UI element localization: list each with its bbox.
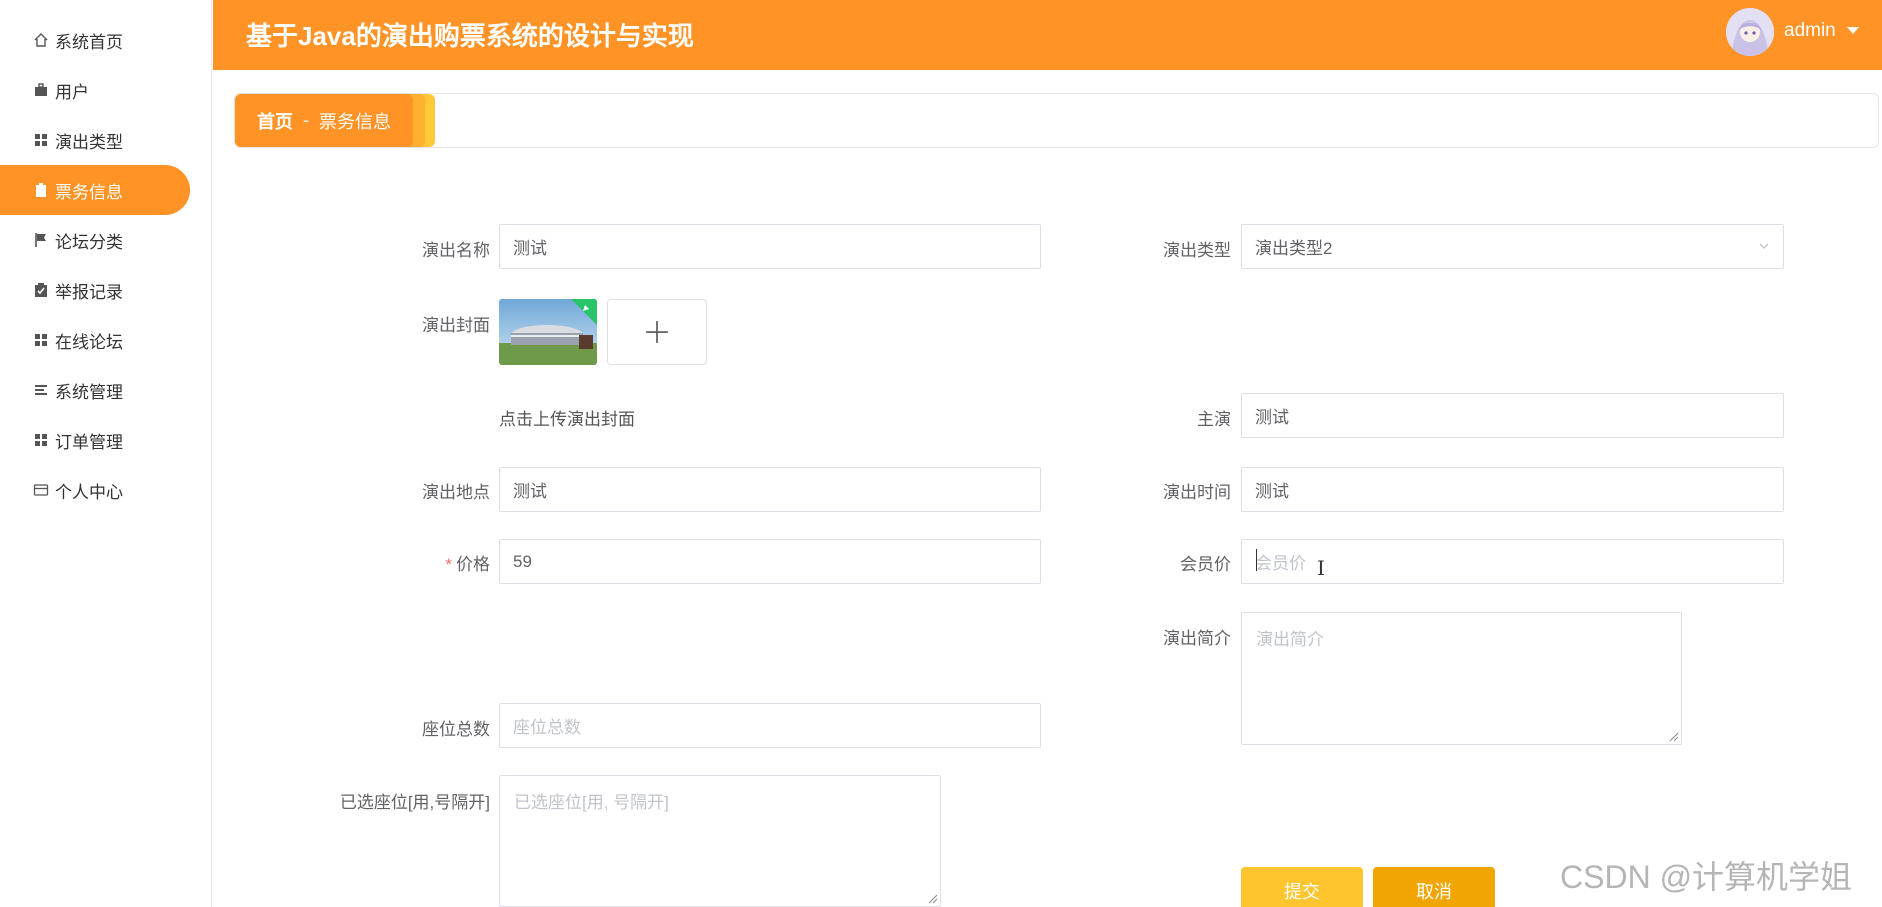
sidebar-item-label: 系统首页 [55, 32, 123, 52]
intro-textarea[interactable]: 演出简介 [1241, 612, 1682, 745]
app-title: 基于Java的演出购票系统的设计与实现 [246, 21, 694, 51]
watermark: CSDN @计算机学姐 [1560, 859, 1853, 895]
price-input[interactable]: 59 [499, 539, 1041, 584]
breadcrumb: 首页 - 票务信息 [235, 94, 413, 147]
user-name[interactable]: admin [1784, 20, 1836, 42]
name-label: 演出名称 [422, 241, 490, 260]
briefcase-icon [33, 82, 49, 98]
star-label: 主演 [1197, 410, 1231, 429]
sidebar-item-label: 订单管理 [55, 432, 123, 452]
avatar[interactable] [1726, 8, 1774, 56]
sidebar-item-reports[interactable]: 举报记录 [0, 265, 190, 315]
price-label-text: 价格 [456, 555, 490, 574]
resize-grip-icon[interactable] [928, 894, 938, 904]
breadcrumb-current: 票务信息 [319, 111, 391, 132]
cover-upload-hint: 点击上传演出封面 [499, 410, 635, 429]
sidebar-item-label: 演出类型 [55, 132, 123, 152]
upload-cover-button[interactable] [607, 299, 707, 365]
breadcrumb-separator: - [303, 110, 309, 130]
star-input[interactable]: 测试 [1241, 393, 1784, 438]
sidebar-item-label: 系统管理 [55, 382, 123, 402]
type-select[interactable]: 演出类型2 [1241, 224, 1784, 269]
name-input[interactable]: 测试 [499, 224, 1041, 269]
sidebar-item-users[interactable]: 用户 [0, 65, 190, 115]
price-label: * 价格 [300, 550, 490, 575]
clipboard-check-icon [33, 282, 49, 298]
sidebar-item-label: 用户 [55, 82, 89, 102]
intro-label: 演出简介 [1163, 629, 1231, 648]
breadcrumb-home[interactable]: 首页 [257, 108, 293, 134]
sidebar-item-forum-categories[interactable]: 论坛分类 [0, 215, 190, 265]
intro-placeholder: 演出简介 [1256, 630, 1324, 649]
sidebar-item-label: 举报记录 [55, 282, 123, 302]
list-icon [33, 382, 49, 398]
resize-grip-icon[interactable] [1669, 732, 1679, 742]
text-cursor-icon: I [1317, 556, 1325, 580]
seats-selected-textarea[interactable]: 已选座位[用, 号隔开] [499, 775, 941, 907]
sidebar-item-system[interactable]: 系统管理 [0, 365, 190, 415]
sidebar-item-label: 个人中心 [55, 482, 123, 502]
type-select-value: 演出类型2 [1255, 239, 1333, 258]
sidebar-item-label: 在线论坛 [55, 332, 123, 352]
time-label: 演出时间 [1163, 483, 1231, 502]
time-input[interactable]: 测试 [1241, 467, 1784, 512]
card-icon [33, 482, 49, 498]
venue-input[interactable]: 测试 [499, 467, 1041, 512]
top-header: 基于Java的演出购票系统的设计与实现 admin [213, 0, 1882, 70]
seats-selected-label: 已选座位[用,号隔开] [339, 793, 490, 812]
plus-icon [646, 321, 668, 343]
seats-total-label: 座位总数 [422, 720, 490, 739]
cover-label: 演出封面 [422, 316, 490, 335]
chevron-down-icon [1759, 243, 1769, 249]
required-mark: * [445, 555, 452, 574]
seats-selected-placeholder: 已选座位[用, 号隔开] [514, 793, 669, 812]
seats-total-input[interactable]: 座位总数 [499, 703, 1041, 748]
breadcrumb-bar: 首页 - 票务信息 [234, 93, 1879, 148]
sidebar-item-label: 论坛分类 [55, 232, 123, 252]
type-label: 演出类型 [1163, 241, 1231, 260]
sidebar-item-forum[interactable]: 在线论坛 [0, 315, 190, 365]
sidebar-item-show-types[interactable]: 演出类型 [0, 115, 190, 165]
home-icon [33, 32, 49, 48]
grid-icon [33, 332, 49, 348]
sidebar-item-tickets[interactable]: 票务信息 [0, 165, 190, 215]
sidebar-item-orders[interactable]: 订单管理 [0, 415, 190, 465]
cancel-button[interactable]: 取消 [1373, 867, 1495, 907]
caret-down-icon[interactable] [1847, 27, 1859, 34]
grid-icon [33, 132, 49, 148]
sidebar-item-profile[interactable]: 个人中心 [0, 465, 190, 515]
flag-icon [33, 232, 49, 248]
clipboard-icon [33, 182, 49, 198]
sidebar-item-label: 票务信息 [55, 182, 123, 202]
cover-image[interactable] [499, 299, 597, 365]
submit-button[interactable]: 提交 [1241, 867, 1363, 907]
sidebar-item-home[interactable]: 系统首页 [0, 15, 190, 65]
venue-label: 演出地点 [422, 483, 490, 502]
text-caret [1256, 549, 1257, 571]
grid-icon [33, 432, 49, 448]
sidebar: 系统首页 用户 演出类型 票务信息 论坛分类 举报记录 在线论坛 系统管理 订单… [0, 0, 212, 907]
member-price-label: 会员价 [1180, 555, 1231, 574]
